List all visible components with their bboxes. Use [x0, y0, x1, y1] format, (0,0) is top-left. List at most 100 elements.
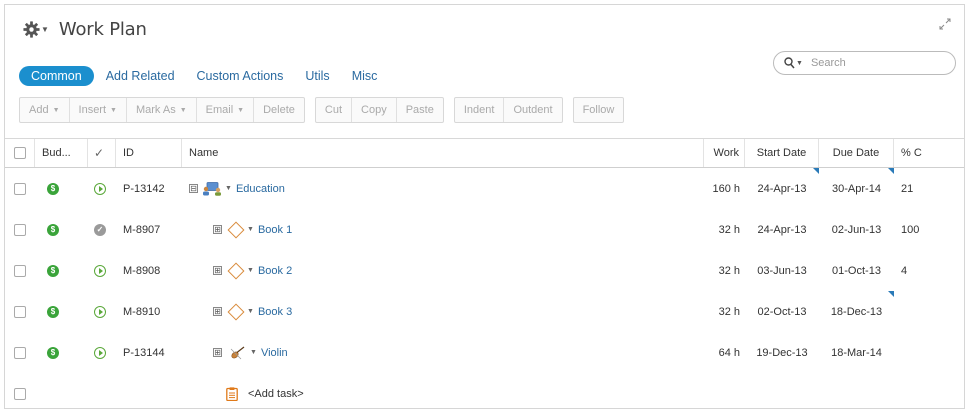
column-header-name[interactable]: Name [182, 139, 704, 167]
tree-node: ⊞ ▼ Book 1 [213, 221, 292, 238]
task-name-link[interactable]: Education [236, 183, 285, 195]
expand-toggle[interactable]: ⊞ [213, 225, 222, 234]
paste-button[interactable]: Paste [397, 98, 443, 122]
tab-custom-actions[interactable]: Custom Actions [197, 69, 284, 83]
grid-header-row: Bud... ✓ ID Name Work Start Date Due Dat… [5, 138, 964, 168]
chevron-down-icon: ▼ [41, 25, 49, 34]
in-progress-icon [94, 346, 106, 359]
chevron-down-icon[interactable]: ▼ [250, 349, 257, 356]
follow-button[interactable]: Follow [574, 98, 624, 122]
row-checkbox[interactable] [14, 346, 26, 359]
start-date-value: 24-Apr-13 [757, 223, 807, 236]
chevron-down-icon[interactable]: ▼ [247, 308, 254, 315]
chevron-down-icon[interactable]: ▼ [247, 226, 254, 233]
add-button[interactable]: Add ▼ [20, 98, 70, 122]
due-date-cell: 30-Apr-14 [819, 168, 894, 209]
select-all-checkbox[interactable] [14, 147, 26, 159]
tab-bar: Common Add Related Custom Actions Utils … [19, 66, 399, 86]
budget-cell: $ [35, 209, 88, 250]
search-options-button[interactable] [784, 57, 795, 69]
task-name-link[interactable]: Book 2 [258, 265, 292, 277]
completed-icon: ✓ [94, 223, 106, 236]
status-cell [88, 332, 116, 373]
tab-common[interactable]: Common [19, 66, 94, 86]
search-box: ▼ [773, 51, 956, 75]
cut-button[interactable]: Cut [316, 98, 353, 122]
column-header-budget[interactable]: Bud... [35, 139, 88, 167]
work-cell: 32 h [718, 264, 740, 277]
budget-cell: $ [35, 332, 88, 373]
indent-button[interactable]: Indent [455, 98, 505, 122]
search-icon [784, 57, 795, 69]
budget-icon: $ [47, 264, 59, 277]
name-cell: ⊞ ▼ Book 2 [182, 250, 704, 291]
name-cell: ⊞ ▼ Book 1 [182, 209, 704, 250]
row-select-cell [5, 291, 35, 332]
insert-button-label: Insert [78, 104, 107, 116]
row-checkbox[interactable] [14, 182, 26, 195]
row-checkbox[interactable] [14, 264, 26, 277]
due-date-cell: 01-Oct-13 [819, 250, 894, 291]
gear-menu-button[interactable]: ▼ [23, 21, 49, 38]
expand-toggle[interactable]: ⊞ [213, 266, 222, 275]
collapse-toggle[interactable]: ⊟ [189, 184, 198, 193]
tab-add-related[interactable]: Add Related [106, 69, 175, 83]
expand-toggle[interactable]: ⊞ [213, 348, 222, 357]
chevron-down-icon[interactable]: ▼ [225, 185, 232, 192]
email-button[interactable]: Email ▼ [197, 98, 255, 122]
row-select-cell [5, 373, 35, 408]
tab-misc[interactable]: Misc [352, 69, 378, 83]
search-input[interactable] [810, 57, 931, 69]
id-cell: M-8907 [123, 223, 161, 236]
mark-as-button[interactable]: Mark As ▼ [127, 98, 197, 122]
row-checkbox[interactable] [14, 305, 26, 318]
work-cell: 160 h [712, 182, 740, 195]
budget-icon: $ [47, 305, 59, 318]
due-date-cell: 18-Mar-14 [819, 332, 894, 373]
mark-as-button-label: Mark As [135, 104, 176, 116]
column-header-percent-complete[interactable]: % C [894, 139, 964, 167]
chevron-down-icon: ▼ [52, 106, 60, 114]
row-checkbox[interactable] [14, 223, 26, 236]
expand-toggle[interactable]: ⊞ [213, 307, 222, 316]
name-cell: <Add task> [182, 373, 704, 408]
outdent-button[interactable]: Outdent [504, 98, 561, 122]
milestone-icon [227, 262, 245, 279]
percent-complete-cell: 21 [901, 182, 914, 195]
clipboard-icon [226, 386, 238, 401]
budget-icon: $ [47, 182, 59, 195]
table-row[interactable]: $ P-13144 ⊞ ▼ Violin 64 h 19-Dec-13 18-M… [5, 332, 964, 373]
row-checkbox[interactable] [14, 387, 26, 400]
status-cell [88, 291, 116, 332]
work-cell: 64 h [718, 346, 740, 359]
budget-cell: $ [35, 250, 88, 291]
toolbar-group-edit: Add ▼ Insert ▼ Mark As ▼ Email ▼ Delete [19, 97, 305, 123]
column-header-id[interactable]: ID [116, 139, 182, 167]
task-name-link[interactable]: Book 1 [258, 224, 292, 236]
column-header-due-date[interactable]: Due Date [819, 139, 894, 167]
toolbar-group-follow: Follow [572, 97, 625, 123]
tab-utils[interactable]: Utils [305, 69, 329, 83]
table-row[interactable]: $ ✓ M-8907 ⊞ ▼ Book 1 32 h 24-Apr-13 02-… [5, 209, 964, 250]
chevron-down-icon[interactable]: ▼ [247, 267, 254, 274]
percent-complete-cell: 4 [901, 264, 908, 277]
expand-icon[interactable] [938, 17, 952, 31]
table-row[interactable]: $ M-8908 ⊞ ▼ Book 2 32 h 03-Jun-13 01-Oc… [5, 250, 964, 291]
id-cell: M-8908 [123, 264, 161, 277]
start-date-cell: 24-Apr-13 [745, 209, 819, 250]
column-header-status[interactable]: ✓ [88, 139, 116, 167]
start-date-cell: 02-Oct-13 [745, 291, 819, 332]
start-date-cell: 24-Apr-13 [745, 168, 819, 209]
column-header-work[interactable]: Work [704, 139, 745, 167]
table-row[interactable]: $ M-8910 ⊞ ▼ Book 3 32 h 02-Oct-13 18-De… [5, 291, 964, 332]
delete-button[interactable]: Delete [254, 98, 304, 122]
insert-button[interactable]: Insert ▼ [70, 98, 127, 122]
table-row[interactable]: $ P-13142 ⊟ ▼ Education 160 h 24-Apr-13 … [5, 168, 964, 209]
column-header-start-date[interactable]: Start Date [745, 139, 819, 167]
copy-button[interactable]: Copy [352, 98, 397, 122]
add-task-link[interactable]: <Add task> [248, 388, 304, 400]
task-name-link[interactable]: Book 3 [258, 306, 292, 318]
add-task-row: <Add task> [5, 373, 964, 408]
due-date-value: 01-Oct-13 [832, 264, 881, 277]
task-name-link[interactable]: Violin [261, 347, 288, 359]
